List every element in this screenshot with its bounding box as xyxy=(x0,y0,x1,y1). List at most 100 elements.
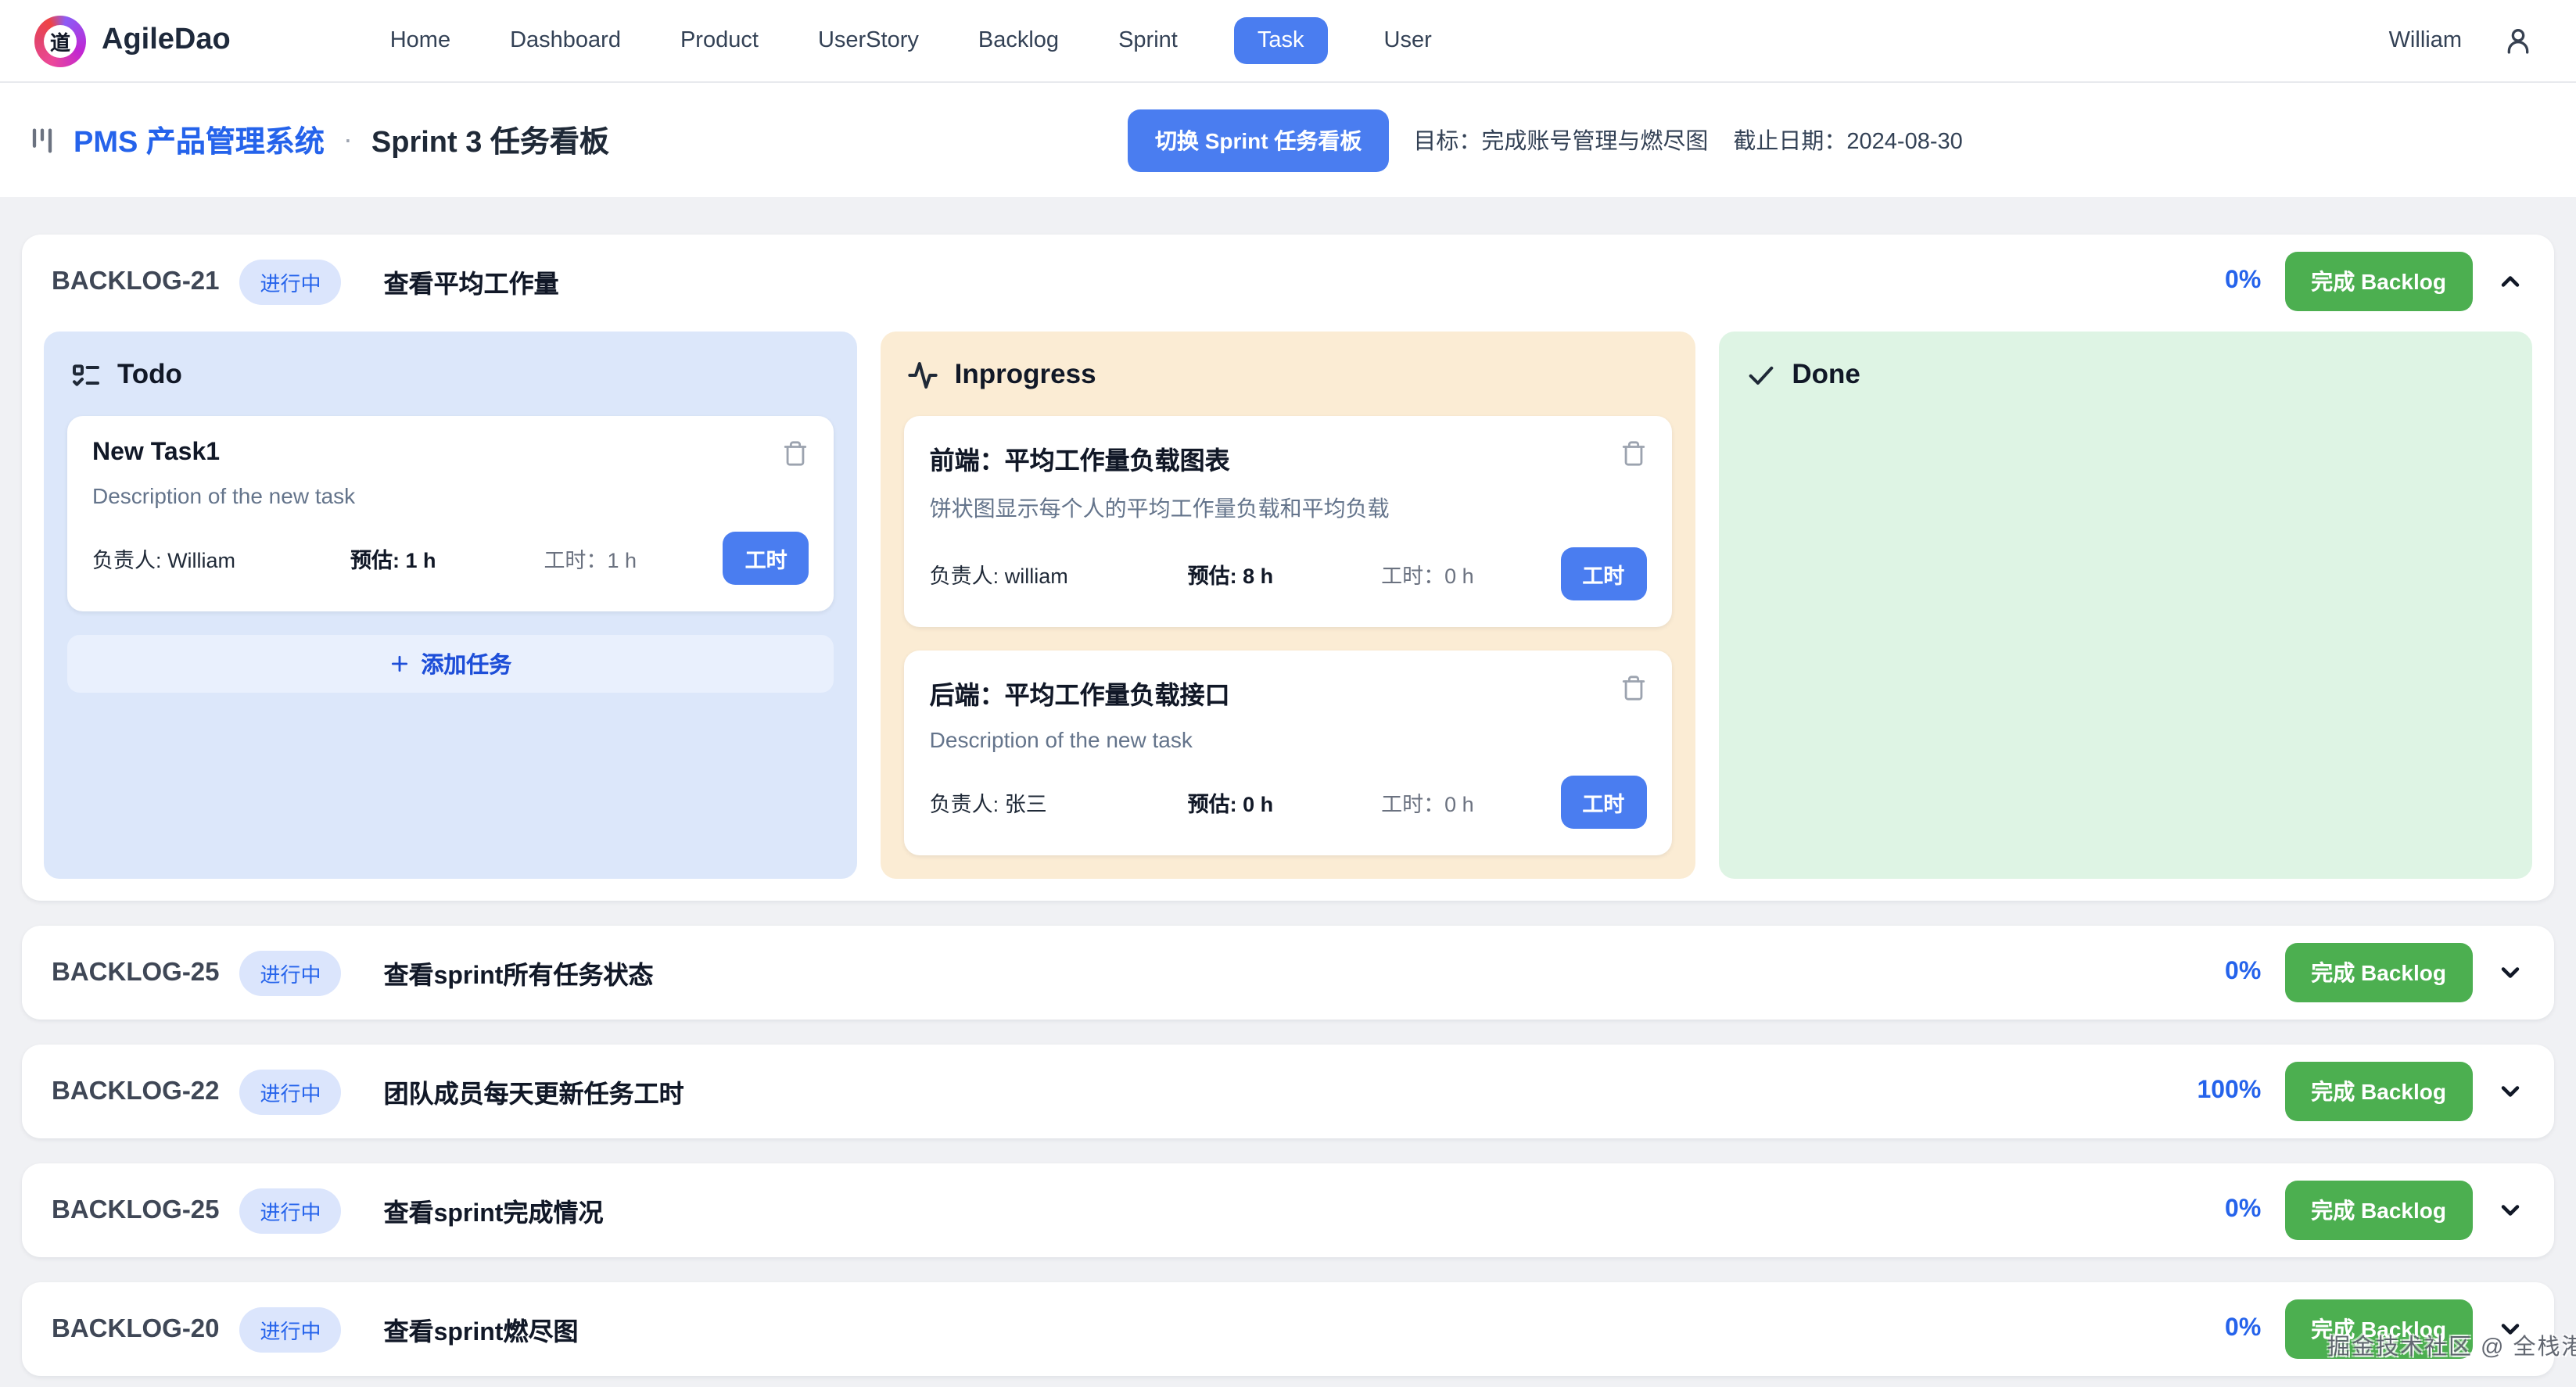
nav-item-sprint[interactable]: Sprint xyxy=(1115,17,1181,64)
navbar: 道 AgileDao Home Dashboard Product UserSt… xyxy=(0,0,2576,83)
task-description: Description of the new task xyxy=(930,727,1647,752)
nav-item-user[interactable]: User xyxy=(1381,17,1435,64)
status-badge: 进行中 xyxy=(240,1188,342,1233)
backlog-row-header[interactable]: BACKLOG-22 进行中 团队成员每天更新任务工时 100% 完成 Back… xyxy=(22,1045,2554,1138)
log-hours-button[interactable]: 工时 xyxy=(1560,547,1646,600)
check-icon xyxy=(1745,359,1776,390)
complete-backlog-button[interactable]: 完成 Backlog xyxy=(2284,1181,2473,1240)
user-avatar-icon[interactable] xyxy=(2502,25,2534,56)
backlog-title: 查看sprint燃尽图 xyxy=(384,1310,579,1348)
backlog-row-actions: 0% 完成 Backlog xyxy=(2225,252,2524,311)
sprint-deadline-text: 截止日期：2024-08-30 xyxy=(1733,124,1962,156)
task-title: 后端：平均工作量负载接口 xyxy=(930,674,1230,711)
task-description: 饼状图显示每个人的平均工作量负载和平均负载 xyxy=(930,493,1647,524)
status-badge: 进行中 xyxy=(240,950,342,995)
brand[interactable]: 道 AgileDao xyxy=(34,15,231,66)
nav-item-task[interactable]: Task xyxy=(1234,17,1328,64)
activity-icon xyxy=(908,359,939,390)
kanban-column-done: Done xyxy=(1718,332,2532,879)
task-hours: 工时：0 h xyxy=(1381,787,1560,818)
chevron-down-icon[interactable] xyxy=(2496,1077,2524,1106)
board-title: Sprint 3 任务看板 xyxy=(371,119,609,161)
kanban-column-inprogress: Inprogress 前端：平均工作量负载图表 饼状图显示每个人的平均工作量负载… xyxy=(881,332,1695,879)
status-badge: 进行中 xyxy=(240,259,342,304)
task-title: New Task1 xyxy=(92,439,220,468)
complete-backlog-button[interactable]: 完成 Backlog xyxy=(2284,943,2473,1002)
complete-backlog-button[interactable]: 完成 Backlog xyxy=(2284,252,2473,311)
task-card[interactable]: New Task1 Description of the new task 负责… xyxy=(67,416,834,611)
kanban-board: Todo New Task1 Description of the new ta… xyxy=(22,328,2554,901)
nav-item-backlog[interactable]: Backlog xyxy=(975,17,1062,64)
nav-item-userstory[interactable]: UserStory xyxy=(815,17,922,64)
backlog-row-actions: 0% 完成 Backlog xyxy=(2225,1299,2524,1359)
backlog-title: 查看sprint完成情况 xyxy=(384,1192,604,1229)
brand-logo-icon: 道 xyxy=(34,15,86,66)
column-name: Todo xyxy=(117,358,182,391)
list-todo-icon xyxy=(70,359,102,390)
backlog-card-collapsed: BACKLOG-20 进行中 查看sprint燃尽图 0% 完成 Backlog xyxy=(22,1282,2554,1376)
task-card[interactable]: 后端：平均工作量负载接口 Description of the new task… xyxy=(905,650,1672,855)
backlog-card-expanded: BACKLOG-21 进行中 查看平均工作量 0% 完成 Backlog Tod… xyxy=(22,235,2554,901)
add-task-button[interactable]: 添加任务 xyxy=(67,635,834,693)
backlog-row-actions: 100% 完成 Backlog xyxy=(2197,1062,2524,1121)
chevron-down-icon[interactable] xyxy=(2496,1196,2524,1224)
chevron-down-icon[interactable] xyxy=(2496,1315,2524,1343)
kanban-icon xyxy=(27,124,58,156)
backlog-title: 查看平均工作量 xyxy=(384,263,559,300)
task-meta: 负责人: 张三 预估: 0 h 工时：0 h 工时 xyxy=(930,776,1647,829)
task-title: 前端：平均工作量负载图表 xyxy=(930,439,1230,477)
chevron-up-icon[interactable] xyxy=(2496,267,2524,296)
chevron-down-icon[interactable] xyxy=(2496,959,2524,987)
nav-item-product[interactable]: Product xyxy=(677,17,762,64)
trash-icon[interactable] xyxy=(1620,439,1646,468)
brand-name: AgileDao xyxy=(102,23,231,58)
kanban-column-todo: Todo New Task1 Description of the new ta… xyxy=(44,332,858,879)
task-assignee: 负责人: william xyxy=(930,558,1188,590)
progress-percent: 0% xyxy=(2225,267,2261,296)
backlog-row-header[interactable]: BACKLOG-25 进行中 查看sprint完成情况 0% 完成 Backlo… xyxy=(22,1163,2554,1257)
trash-icon[interactable] xyxy=(783,439,809,468)
backlog-id: BACKLOG-20 xyxy=(52,1314,220,1344)
task-card[interactable]: 前端：平均工作量负载图表 饼状图显示每个人的平均工作量负载和平均负载 负责人: … xyxy=(905,416,1672,627)
backlog-row-header[interactable]: BACKLOG-25 进行中 查看sprint所有任务状态 0% 完成 Back… xyxy=(22,926,2554,1020)
complete-backlog-button[interactable]: 完成 Backlog xyxy=(2284,1062,2473,1121)
backlog-card-collapsed: BACKLOG-22 进行中 团队成员每天更新任务工时 100% 完成 Back… xyxy=(22,1045,2554,1138)
task-description: Description of the new task xyxy=(92,483,809,508)
column-header-done: Done xyxy=(1745,358,2509,391)
backlog-card-collapsed: BACKLOG-25 进行中 查看sprint所有任务状态 0% 完成 Back… xyxy=(22,926,2554,1020)
nav-item-home[interactable]: Home xyxy=(387,17,454,64)
header-actions: 切换 Sprint 任务看板 目标：完成账号管理与燃尽图 截止日期：2024-0… xyxy=(1128,109,1963,171)
column-header-todo: Todo xyxy=(70,358,834,391)
backlog-row-header[interactable]: BACKLOG-20 进行中 查看sprint燃尽图 0% 完成 Backlog xyxy=(22,1282,2554,1376)
progress-percent: 0% xyxy=(2225,959,2261,987)
complete-backlog-button[interactable]: 完成 Backlog xyxy=(2284,1299,2473,1359)
trash-icon[interactable] xyxy=(1620,674,1646,702)
switch-sprint-board-button[interactable]: 切换 Sprint 任务看板 xyxy=(1128,109,1388,171)
column-name: Inprogress xyxy=(955,358,1096,391)
log-hours-button[interactable]: 工时 xyxy=(723,532,809,585)
task-assignee: 负责人: 张三 xyxy=(930,787,1188,818)
backlog-title: 团队成员每天更新任务工时 xyxy=(384,1073,684,1110)
page-header: PMS 产品管理系统 · Sprint 3 任务看板 切换 Sprint 任务看… xyxy=(0,83,2576,197)
status-badge: 进行中 xyxy=(240,1306,342,1352)
backlog-id: BACKLOG-21 xyxy=(52,267,220,296)
task-hours: 工时：1 h xyxy=(544,543,723,574)
backlog-id: BACKLOG-22 xyxy=(52,1077,220,1106)
nav-menu: Home Dashboard Product UserStory Backlog… xyxy=(387,17,1435,64)
task-estimate: 预估: 1 h xyxy=(350,543,544,574)
backlog-row-header[interactable]: BACKLOG-21 进行中 查看平均工作量 0% 完成 Backlog xyxy=(22,235,2554,328)
plus-icon xyxy=(389,654,410,674)
task-meta: 负责人: William 预估: 1 h 工时：1 h 工时 xyxy=(92,532,809,585)
nav-item-dashboard[interactable]: Dashboard xyxy=(507,17,624,64)
main-content: BACKLOG-21 进行中 查看平均工作量 0% 完成 Backlog Tod… xyxy=(0,197,2576,1387)
backlog-id: BACKLOG-25 xyxy=(52,1195,220,1225)
backlog-card-collapsed: BACKLOG-25 进行中 查看sprint完成情况 0% 完成 Backlo… xyxy=(22,1163,2554,1257)
column-header-inprogress: Inprogress xyxy=(908,358,1672,391)
log-hours-button[interactable]: 工时 xyxy=(1560,776,1646,829)
project-title-link[interactable]: PMS 产品管理系统 xyxy=(74,119,325,161)
progress-percent: 100% xyxy=(2197,1077,2261,1106)
backlog-row-actions: 0% 完成 Backlog xyxy=(2225,943,2524,1002)
task-estimate: 预估: 8 h xyxy=(1188,558,1381,590)
brand-logo-glyph: 道 xyxy=(44,24,77,57)
app-root: 道 AgileDao Home Dashboard Product UserSt… xyxy=(0,0,2576,1387)
